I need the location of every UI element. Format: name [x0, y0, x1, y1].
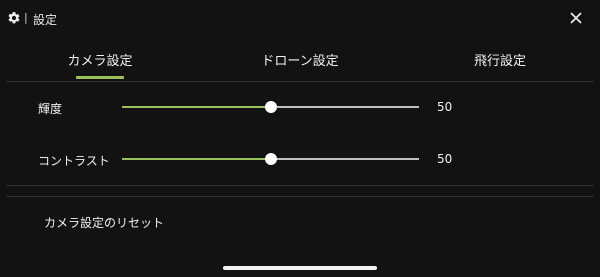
contrast-slider-thumb[interactable]	[264, 153, 277, 165]
title-separator: |	[24, 11, 28, 24]
brightness-label: 輝度	[38, 102, 63, 116]
contrast-label: コントラスト	[38, 154, 110, 168]
top-bar: | 設定	[0, 0, 600, 38]
contrast-slider[interactable]	[122, 153, 419, 165]
close-icon[interactable]	[568, 10, 584, 26]
tab-flight-settings[interactable]: 飛行設定	[474, 50, 526, 69]
reset-camera-settings-button[interactable]: カメラ設定のリセット	[44, 214, 164, 231]
active-tab-indicator	[76, 76, 124, 79]
brightness-slider-fill	[122, 106, 271, 108]
page-title: 設定	[33, 13, 58, 27]
brightness-value: 50	[437, 100, 453, 114]
contrast-value: 50	[437, 152, 453, 166]
tabs-divider	[6, 81, 594, 82]
brightness-slider[interactable]	[122, 101, 419, 113]
contrast-slider-fill	[122, 158, 271, 160]
sliders-divider	[6, 185, 594, 186]
reset-divider	[6, 196, 594, 197]
tab-camera-settings[interactable]: カメラ設定	[67, 50, 132, 69]
settings-tabs: カメラ設定 ドローン設定 飛行設定	[0, 42, 600, 80]
gear-icon	[8, 12, 20, 24]
home-indicator	[223, 266, 377, 270]
brightness-slider-thumb[interactable]	[264, 101, 277, 113]
tab-drone-settings[interactable]: ドローン設定	[261, 50, 338, 69]
